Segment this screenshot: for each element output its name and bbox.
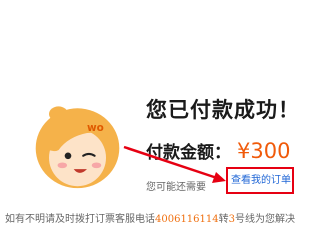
view-my-orders-link[interactable]: 查看我的订单: [226, 167, 294, 194]
hotline-phone-number: 4006116114: [155, 214, 219, 225]
payment-amount-value: ¥300: [237, 139, 291, 163]
hotline-middle: 转: [218, 214, 229, 225]
svg-text:wo: wo: [87, 122, 104, 134]
customer-service-hotline: 如有不明请及时拨打订票客服电话4006116114转3号线为您解决: [5, 210, 295, 225]
payment-amount-row: 付款金额： ¥300: [146, 138, 290, 163]
next-step-note: 您可能还需要: [146, 182, 206, 193]
hotline-suffix: 号线为您解决: [235, 214, 295, 225]
payment-success-title: 您已付款成功！: [146, 98, 300, 122]
hotline-prefix: 如有不明请及时拨打订票客服电话: [5, 214, 155, 225]
payment-amount-label: 付款金额：: [146, 143, 231, 163]
mascot-icon: wo: [35, 106, 120, 189]
